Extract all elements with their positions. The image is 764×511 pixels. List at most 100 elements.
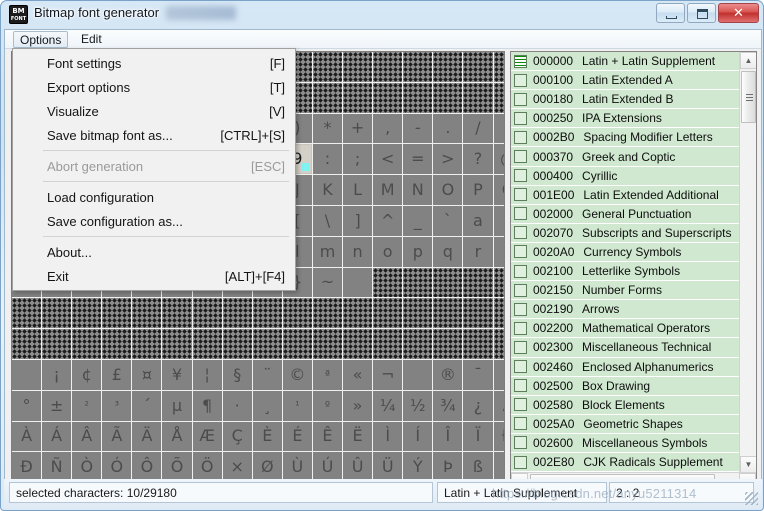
- character-cell[interactable]: £: [102, 359, 132, 390]
- character-cell[interactable]: [463, 267, 493, 298]
- character-cell[interactable]: ¬: [373, 359, 403, 390]
- character-cell[interactable]: ¡: [42, 359, 72, 390]
- character-cell[interactable]: [252, 329, 282, 359]
- character-cell[interactable]: Û: [343, 452, 373, 483]
- character-cell[interactable]: §: [222, 359, 252, 390]
- range-checkbox-icon[interactable]: [514, 226, 527, 240]
- character-cell[interactable]: >: [433, 144, 463, 175]
- character-cell[interactable]: [72, 329, 102, 359]
- range-checkbox-icon[interactable]: [514, 360, 527, 374]
- character-cell[interactable]: Ê: [312, 421, 343, 452]
- range-row[interactable]: 002500 Box Drawing: [511, 376, 740, 396]
- character-cell[interactable]: Ð: [12, 452, 42, 483]
- character-cell[interactable]: µ: [162, 390, 192, 421]
- character-cell[interactable]: [373, 267, 403, 298]
- character-cell[interactable]: [12, 298, 42, 329]
- character-cell[interactable]: Þ: [433, 452, 463, 483]
- character-cell[interactable]: [42, 329, 72, 359]
- character-cell[interactable]: [312, 82, 343, 113]
- range-checkbox-icon[interactable]: [514, 302, 527, 316]
- character-cell[interactable]: [282, 298, 312, 329]
- ranges-vertical-scrollbar[interactable]: ▲ ▼: [739, 52, 756, 473]
- character-cell[interactable]: @: [493, 144, 504, 175]
- resize-grip-icon[interactable]: [745, 492, 758, 505]
- range-row[interactable]: 000100 Latin Extended A: [511, 71, 740, 91]
- character-cell[interactable]: ¹: [282, 390, 312, 421]
- character-cell[interactable]: [343, 298, 373, 329]
- character-cell[interactable]: °: [493, 359, 504, 390]
- character-cell[interactable]: [343, 329, 373, 359]
- character-cell[interactable]: À: [493, 390, 504, 421]
- range-checkbox-icon[interactable]: [514, 436, 527, 450]
- range-checkbox-icon[interactable]: [514, 245, 527, 259]
- character-cell[interactable]: Å: [162, 421, 192, 452]
- character-cell[interactable]: L: [343, 175, 373, 205]
- character-cell[interactable]: [252, 298, 282, 329]
- character-cell[interactable]: Õ: [162, 452, 192, 483]
- character-cell[interactable]: Ä: [132, 421, 162, 452]
- menu-item[interactable]: Exit [ALT]+[F4]: [13, 264, 295, 288]
- character-cell[interactable]: Æ: [192, 421, 222, 452]
- character-cell[interactable]: ¸: [252, 390, 282, 421]
- scroll-down-arrow-icon[interactable]: ▼: [740, 456, 756, 473]
- range-checkbox-icon[interactable]: [514, 73, 527, 87]
- character-cell[interactable]: [493, 329, 504, 359]
- character-cell[interactable]: ^: [373, 205, 403, 236]
- character-cell[interactable]: -: [403, 113, 433, 144]
- range-row[interactable]: 002100 Letterlike Symbols: [511, 262, 740, 282]
- character-cell[interactable]: [463, 82, 493, 113]
- character-cell[interactable]: ¦: [192, 359, 222, 390]
- character-cell[interactable]: `: [433, 205, 463, 236]
- character-cell[interactable]: /: [463, 113, 493, 144]
- character-cell[interactable]: ª: [312, 359, 343, 390]
- character-cell[interactable]: b: [493, 205, 504, 236]
- menubar-item-edit[interactable]: Edit: [75, 31, 108, 48]
- range-checkbox-icon[interactable]: [514, 283, 527, 297]
- character-cell[interactable]: N: [403, 175, 433, 205]
- character-cell[interactable]: ³: [102, 390, 132, 421]
- range-row[interactable]: 000250 IPA Extensions: [511, 109, 740, 129]
- range-row[interactable]: 0002B0 Spacing Modifier Letters: [511, 128, 740, 148]
- character-cell[interactable]: [72, 298, 102, 329]
- range-checkbox-icon[interactable]: [514, 417, 527, 431]
- character-cell[interactable]: [493, 82, 504, 113]
- character-cell[interactable]: [463, 298, 493, 329]
- range-checkbox-icon[interactable]: [514, 188, 527, 202]
- range-checkbox-icon[interactable]: [514, 455, 527, 469]
- range-row[interactable]: 001E00 Latin Extended Additional: [511, 185, 740, 205]
- character-cell[interactable]: É: [282, 421, 312, 452]
- menu-item[interactable]: Export options [T]: [13, 75, 295, 99]
- range-row[interactable]: 002300 Miscellaneous Technical: [511, 338, 740, 358]
- character-cell[interactable]: ¶: [192, 390, 222, 421]
- menu-item[interactable]: Font settings [F]: [13, 51, 295, 75]
- range-checkbox-icon[interactable]: [514, 92, 527, 106]
- character-cell[interactable]: :: [312, 144, 343, 175]
- menubar-item-options[interactable]: Options: [13, 31, 69, 48]
- menu-item[interactable]: Save bitmap font as... [CTRL]+[S]: [13, 123, 295, 147]
- character-cell[interactable]: [463, 329, 493, 359]
- character-cell[interactable]: »: [343, 390, 373, 421]
- character-cell[interactable]: È: [252, 421, 282, 452]
- character-cell[interactable]: à: [493, 452, 504, 483]
- character-cell[interactable]: [222, 329, 252, 359]
- character-cell[interactable]: À: [12, 421, 42, 452]
- maximize-button[interactable]: [687, 3, 716, 23]
- character-cell[interactable]: ¢: [72, 359, 102, 390]
- character-cell[interactable]: Ã: [102, 421, 132, 452]
- character-cell[interactable]: [102, 298, 132, 329]
- character-cell[interactable]: ¯: [463, 359, 493, 390]
- character-cell[interactable]: Ò: [72, 452, 102, 483]
- character-cell[interactable]: [42, 298, 72, 329]
- character-cell[interactable]: [433, 82, 463, 113]
- character-cell[interactable]: Ó: [102, 452, 132, 483]
- character-cell[interactable]: =: [403, 144, 433, 175]
- menu-item[interactable]: Load configuration: [13, 185, 295, 209]
- range-row[interactable]: 002580 Block Elements: [511, 395, 740, 415]
- character-cell[interactable]: p: [403, 236, 433, 267]
- character-cell[interactable]: ®: [433, 359, 463, 390]
- character-cell[interactable]: Â: [72, 421, 102, 452]
- character-cell[interactable]: K: [312, 175, 343, 205]
- character-cell[interactable]: ¿: [463, 390, 493, 421]
- character-cell[interactable]: °: [12, 390, 42, 421]
- character-cell[interactable]: ­: [403, 359, 433, 390]
